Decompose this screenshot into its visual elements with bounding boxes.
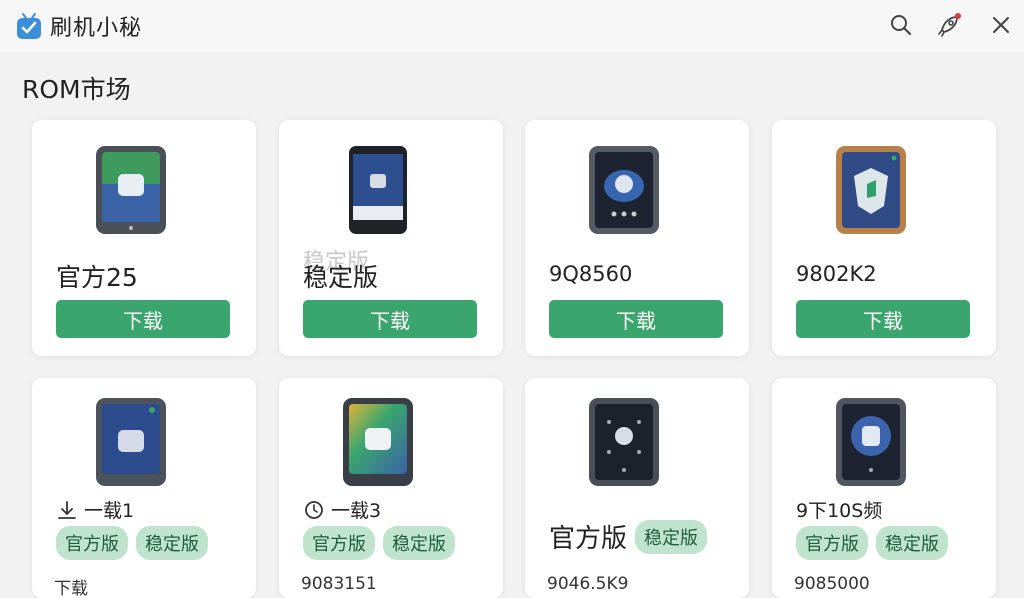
close-icon[interactable] [988, 12, 1014, 38]
rom-card[interactable]: 一载1 官方版 稳定版 下载 [32, 378, 256, 598]
shield-phone-icon [836, 146, 906, 234]
tag-list: 官方版 稳定版 [303, 526, 455, 560]
download-count: 一载3 [303, 496, 381, 523]
app-logo-icon [17, 13, 41, 39]
download-icon [58, 500, 76, 519]
rom-card[interactable]: 一载3 官方版 稳定版 9083151 [279, 378, 503, 598]
cut-text: 9085000 [794, 574, 870, 594]
rom-card[interactable]: 9802K2 下载 [772, 120, 996, 356]
rom-card[interactable]: 官方版 稳定版 9046.5K9 [525, 378, 749, 598]
dark-bubble-phone-icon [589, 398, 659, 486]
rom-title: 9802K2 [796, 262, 877, 286]
tag-official[interactable]: 官方版 [56, 526, 128, 560]
meta-text: 一载3 [331, 500, 382, 522]
download-button[interactable]: 下载 [56, 300, 230, 338]
rom-title: 官方25 [56, 263, 138, 292]
app-title: 刷机小秘 [50, 16, 143, 41]
rom-title: 9Q8560 [549, 262, 633, 286]
tag-stable[interactable]: 稳定版 [876, 526, 948, 560]
tag-list: 官方版 稳定版 [796, 526, 948, 560]
rom-card[interactable]: 稳定版 稳定版 下载 [279, 120, 503, 356]
rom-card[interactable]: 官方25 下载 [32, 120, 256, 356]
title-bar: 刷机小秘 [0, 0, 1024, 52]
section-title: ROM市场 [22, 75, 131, 104]
download-button[interactable]: 下载 [549, 300, 723, 338]
search-icon[interactable] [888, 12, 914, 38]
dark-phone-icon [349, 146, 407, 234]
tag-stable[interactable]: 稳定版 [635, 519, 708, 554]
cut-text: 下载 [54, 579, 88, 598]
chat-phone-icon [589, 146, 659, 234]
phone-icon [96, 398, 166, 486]
rocket-icon[interactable] [936, 12, 962, 38]
rom-title: 稳定版 [303, 263, 379, 292]
rom-title: 官方版 [549, 524, 628, 554]
meta-text: 9下10S频 [796, 500, 883, 522]
green-screen-phone-icon [96, 146, 166, 234]
rom-title-row: 官方版 稳定版 [549, 518, 708, 555]
download-count: 一载1 [56, 496, 134, 523]
tag-official[interactable]: 官方版 [796, 526, 868, 560]
tag-list: 官方版 稳定版 [56, 526, 208, 560]
clock-icon [305, 500, 323, 519]
rom-card[interactable]: 9Q8560 下载 [525, 120, 749, 356]
tag-stable[interactable]: 稳定版 [383, 526, 455, 560]
rom-card[interactable]: 9下10S频 官方版 稳定版 9085000 [772, 378, 996, 598]
download-count: 9下10S频 [796, 496, 882, 523]
rainbow-phone-icon [343, 398, 413, 486]
cut-text: 9046.5K9 [547, 574, 629, 594]
tag-stable[interactable]: 稳定版 [136, 526, 208, 560]
cut-text: 9083151 [301, 574, 377, 594]
android-phone-icon [836, 398, 906, 486]
download-button[interactable]: 下载 [303, 300, 477, 338]
tag-official[interactable]: 官方版 [303, 526, 375, 560]
meta-text: 一载1 [84, 500, 135, 522]
download-button[interactable]: 下载 [796, 300, 970, 338]
